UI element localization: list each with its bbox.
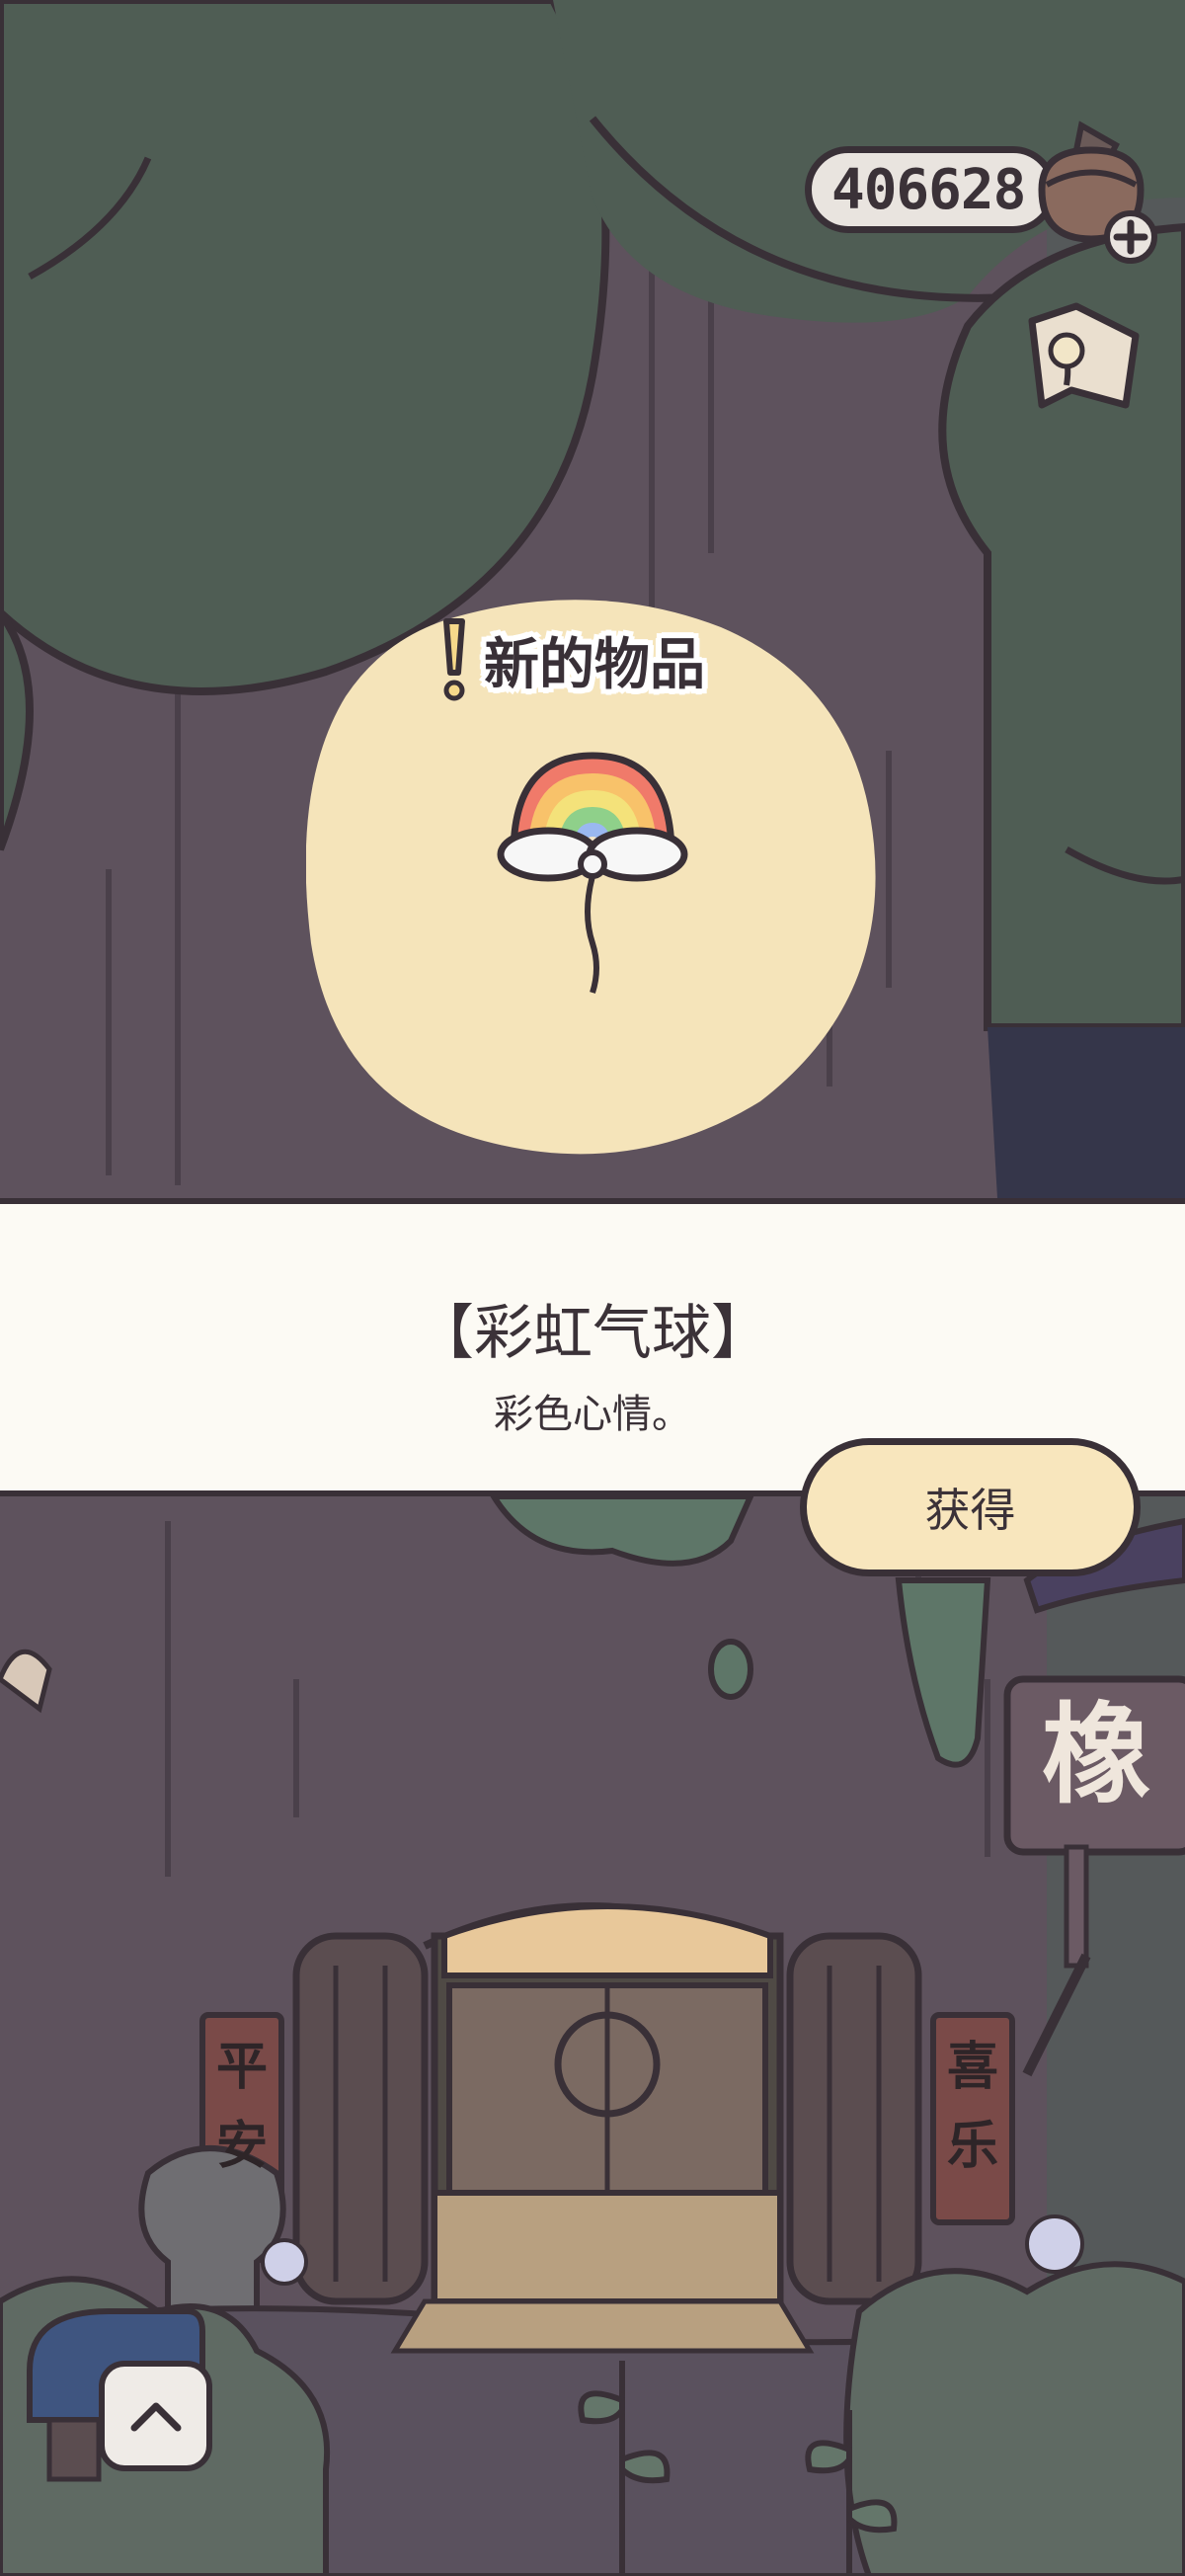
acorn-counter: 406628 (805, 146, 1057, 233)
expand-menu-button[interactable] (99, 2361, 212, 2471)
map-icon[interactable] (1017, 296, 1155, 435)
chevron-up-icon (130, 2402, 181, 2432)
rainbow-balloon-icon (497, 752, 688, 994)
obtain-button[interactable]: 获得 (800, 1438, 1141, 1576)
shop-sign-char: 橡 (1042, 1692, 1150, 1818)
exclamation-icon (443, 618, 465, 701)
right-couplet-char: 乐 (947, 2117, 998, 2176)
new-item-label: 新的物品 (484, 632, 705, 697)
right-couplet-char: 喜 (947, 2038, 998, 2097)
item-description: 彩色心情。 (494, 1392, 691, 1437)
acorn-count: 406628 (831, 157, 1026, 222)
item-name: 【彩虹气球】 (415, 1299, 770, 1368)
new-item-tag: 新的物品 (434, 618, 705, 701)
acorn-add-icon[interactable] (1022, 121, 1160, 269)
left-couplet-char: 平 (216, 2038, 268, 2097)
left-couplet-char: 安 (216, 2117, 268, 2176)
